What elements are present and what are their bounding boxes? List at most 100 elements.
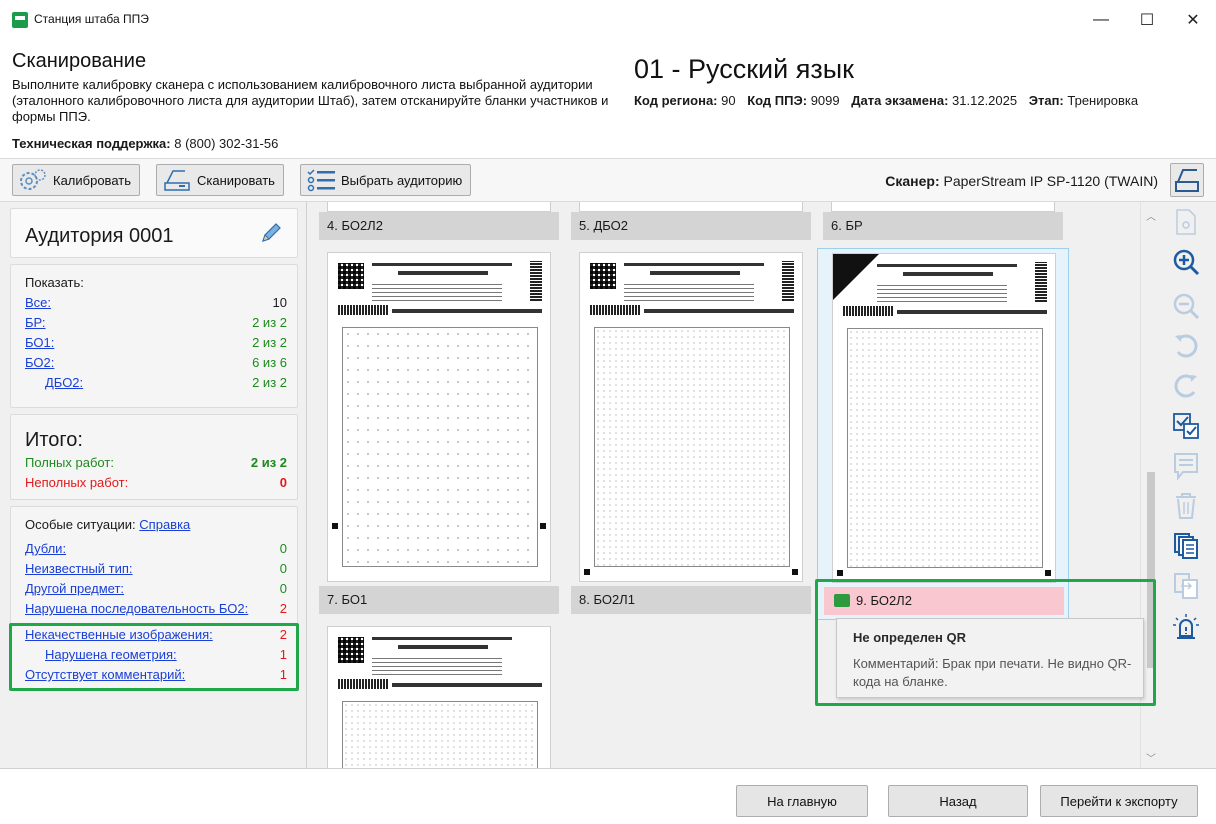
edit-pencil-icon[interactable] xyxy=(259,221,283,245)
filter-bo2-count: 6 из 6 xyxy=(252,355,287,370)
incomplete-works-label: Неполных работ: xyxy=(25,475,129,490)
scanner-value: PaperStream IP SP-1120 (TWAIN) xyxy=(943,173,1158,189)
page-divider xyxy=(897,310,1047,314)
copy-pages-icon xyxy=(1174,533,1198,559)
check-pages-button[interactable] xyxy=(1170,410,1202,442)
barcode-icon xyxy=(338,305,388,315)
scan-card[interactable]: 8. БО2Л1 xyxy=(571,248,811,616)
qr-code-icon xyxy=(338,263,364,289)
sequence-broken-link[interactable]: Нарушена последовательность БО2: xyxy=(25,601,248,616)
other-subject-count: 0 xyxy=(279,581,287,596)
unknown-type-link[interactable]: Неизвестный тип: xyxy=(25,561,133,576)
close-button[interactable]: ✕ xyxy=(1170,0,1216,40)
page-marker xyxy=(584,569,590,575)
totals-panel: Итого: Полных работ: 2 из 2 Неполных раб… xyxy=(10,414,298,500)
select-room-button[interactable]: Выбрать аудиторию xyxy=(300,164,472,196)
instructions-text: Выполните калибровку сканера с использов… xyxy=(12,77,609,124)
incomplete-works-row: Неполных работ: 0 xyxy=(25,475,287,493)
filter-bo1-count: 2 из 2 xyxy=(252,335,287,350)
filter-bo1-link[interactable]: БО1: xyxy=(25,335,54,350)
comment-button[interactable] xyxy=(1170,450,1202,482)
page-thumbnail xyxy=(579,252,803,582)
scan-card[interactable]: 7. БО1 xyxy=(319,248,559,616)
other-subject-link[interactable]: Другой предмет: xyxy=(25,581,124,596)
scan-label: Сканировать xyxy=(197,172,275,188)
full-works-value: 2 из 2 xyxy=(250,455,287,470)
special-header: Особые ситуации: Справка xyxy=(25,517,287,535)
move-page-button[interactable] xyxy=(1170,570,1202,602)
duplicates-link[interactable]: Дубли: xyxy=(25,541,66,556)
calibrate-label: Калибровать xyxy=(53,172,131,188)
page-divider xyxy=(644,309,794,313)
scanner-settings-icon xyxy=(1175,169,1199,192)
zoom-in-button[interactable] xyxy=(1170,246,1202,278)
special-row: Нарушена последовательность БО2: 2 xyxy=(25,601,287,619)
rotate-right-icon xyxy=(1174,374,1197,398)
filter-bo2-link[interactable]: БО2: xyxy=(25,355,54,370)
scanner-info: Сканер: PaperStream IP SP-1120 (TWAIN) xyxy=(885,173,1158,189)
scanner-settings-button[interactable] xyxy=(1170,163,1204,197)
minimize-button[interactable]: — xyxy=(1078,0,1124,40)
rotate-right-button[interactable] xyxy=(1170,370,1202,402)
page-thumbnail xyxy=(327,626,551,768)
page-damage-corner xyxy=(833,254,879,300)
rotate-left-button[interactable] xyxy=(1170,330,1202,362)
scanner-label: Сканер: xyxy=(885,173,940,189)
comment-icon xyxy=(1174,453,1198,480)
scroll-down-arrow[interactable]: ﹀ xyxy=(1145,750,1157,765)
filter-br-link[interactable]: БР: xyxy=(25,315,46,330)
page-text-lines xyxy=(372,281,502,301)
scan-card[interactable]: 5. ДБО2 xyxy=(571,202,811,240)
back-button[interactable]: Назад xyxy=(888,785,1028,817)
special-row: Дубли: 0 xyxy=(25,541,287,559)
scroll-up-arrow[interactable]: ︿ xyxy=(1145,208,1157,223)
ppe-label: Код ППЭ: xyxy=(747,93,808,108)
page-header-line xyxy=(398,645,488,649)
page-marker xyxy=(540,523,546,529)
filter-all-link[interactable]: Все: xyxy=(25,295,51,310)
filter-dbo2-count: 2 из 2 xyxy=(252,375,287,390)
calibrate-button[interactable]: Калибровать xyxy=(12,164,140,196)
page-header-line xyxy=(903,272,993,276)
help-link[interactable]: Справка xyxy=(139,517,190,532)
full-works-row: Полных работ: 2 из 2 xyxy=(25,455,287,473)
home-button[interactable]: На главную xyxy=(736,785,868,817)
app-icon xyxy=(12,12,28,28)
toolbar: Калибровать Сканировать Выбрать аудитори… xyxy=(0,158,1216,202)
page-thumbnail xyxy=(831,202,1055,212)
barcode-icon xyxy=(338,679,388,689)
zoom-out-button[interactable] xyxy=(1170,290,1202,322)
support-info: Техническая поддержка: 8 (800) 302-31-56 xyxy=(12,136,278,151)
scan-card[interactable] xyxy=(319,626,559,768)
incomplete-works-value: 0 xyxy=(279,475,287,490)
stage-label: Этап: xyxy=(1028,93,1064,108)
maximize-button[interactable]: ☐ xyxy=(1124,0,1170,40)
full-works-label: Полных работ: xyxy=(25,455,114,470)
view-page-button[interactable] xyxy=(1170,206,1202,238)
alarm-button[interactable] xyxy=(1170,610,1202,642)
gears-icon xyxy=(17,167,49,193)
filter-br-count: 2 из 2 xyxy=(252,315,287,330)
alarm-icon xyxy=(1173,614,1199,639)
filter-dbo2-link[interactable]: ДБО2: xyxy=(45,375,83,390)
page-header-line xyxy=(372,637,512,640)
exam-meta: Код региона: 90 Код ППЭ: 9099 Дата экзам… xyxy=(634,93,1138,108)
scan-card[interactable]: 4. БО2Л2 xyxy=(319,202,559,240)
date-value: 31.12.2025 xyxy=(952,93,1018,108)
delete-button[interactable] xyxy=(1170,490,1202,522)
barcode-icon xyxy=(590,305,640,315)
special-row: Другой предмет: 0 xyxy=(25,581,287,599)
region-value: 90 xyxy=(721,93,736,108)
scan-card[interactable]: 6. БР xyxy=(823,202,1063,240)
ppe-value: 9099 xyxy=(810,93,840,108)
room-panel: Аудитория 0001 xyxy=(10,208,298,258)
scan-caption: 6. БР xyxy=(823,212,1063,240)
page-divider xyxy=(392,683,542,687)
filter-row: БР: 2 из 2 xyxy=(25,315,287,333)
exam-subject: 01 - Русский язык xyxy=(634,54,854,84)
go-to-export-button[interactable]: Перейти к экспорту xyxy=(1040,785,1198,817)
copy-pages-button[interactable] xyxy=(1170,530,1202,562)
stage-value: Тренировка xyxy=(1067,93,1139,108)
scan-button[interactable]: Сканировать xyxy=(156,164,284,196)
scan-card-selected[interactable]: 9. БО2Л2 xyxy=(817,248,1069,620)
